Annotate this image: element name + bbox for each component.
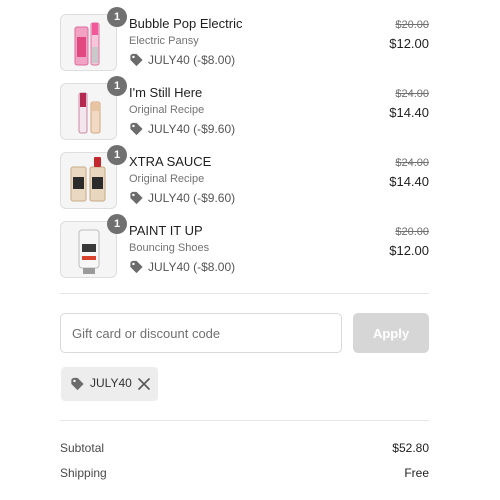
shipping-value: Free [404, 466, 429, 480]
tag-icon [71, 377, 84, 391]
original-price: $20.00 [395, 19, 429, 31]
line-item: 1 PAINT IT UP Bouncing Shoes JULY40 (-$8… [60, 214, 430, 281]
applied-discount-code: JULY40 [90, 376, 132, 390]
product-name: Bubble Pop Electric [129, 16, 243, 31]
applied-discount-chip: JULY40 [61, 367, 158, 401]
original-price: $24.00 [395, 157, 429, 169]
divider [60, 420, 429, 421]
product-name: PAINT IT UP [129, 223, 203, 238]
item-discount-label: JULY40 (-$9.60) [148, 122, 236, 136]
original-price: $24.00 [395, 88, 429, 100]
close-icon[interactable] [137, 377, 151, 391]
subtotal-value: $52.80 [392, 441, 429, 455]
original-price: $20.00 [395, 226, 429, 238]
apply-button[interactable]: Apply [353, 313, 429, 353]
quantity-badge: 1 [107, 76, 127, 96]
final-price: $12.00 [389, 36, 429, 51]
quantity-badge: 1 [107, 145, 127, 165]
final-price: $14.40 [389, 105, 429, 120]
product-name: I'm Still Here [129, 85, 203, 100]
line-item: 1 I'm Still Here Original Recipe JULY40 … [60, 76, 430, 143]
item-discount-label: JULY40 (-$9.60) [148, 191, 236, 205]
product-variant: Original Recipe [129, 104, 205, 116]
line-item: 1 Bubble Pop Electric Electric Pansy JUL… [60, 7, 430, 74]
product-variant: Bouncing Shoes [129, 242, 210, 254]
discount-code-input[interactable] [60, 313, 342, 353]
product-name: XTRA SAUCE [129, 154, 212, 169]
tag-icon [130, 191, 143, 205]
tag-icon [130, 53, 143, 67]
subtotal-label: Subtotal [60, 441, 105, 455]
tag-icon [130, 260, 143, 274]
item-discount-label: JULY40 (-$8.00) [148, 260, 236, 274]
product-variant: Electric Pansy [129, 35, 199, 47]
quantity-badge: 1 [107, 7, 127, 27]
final-price: $14.40 [389, 174, 429, 189]
divider [60, 293, 429, 294]
item-discount-label: JULY40 (-$8.00) [148, 53, 236, 67]
final-price: $12.00 [389, 243, 429, 258]
line-item: 1 XTRA SAUCE Original Recipe JULY40 (-$9… [60, 145, 430, 212]
shipping-label: Shipping [60, 466, 107, 480]
product-variant: Original Recipe [129, 173, 205, 185]
quantity-badge: 1 [107, 214, 127, 234]
tag-icon [130, 122, 143, 136]
